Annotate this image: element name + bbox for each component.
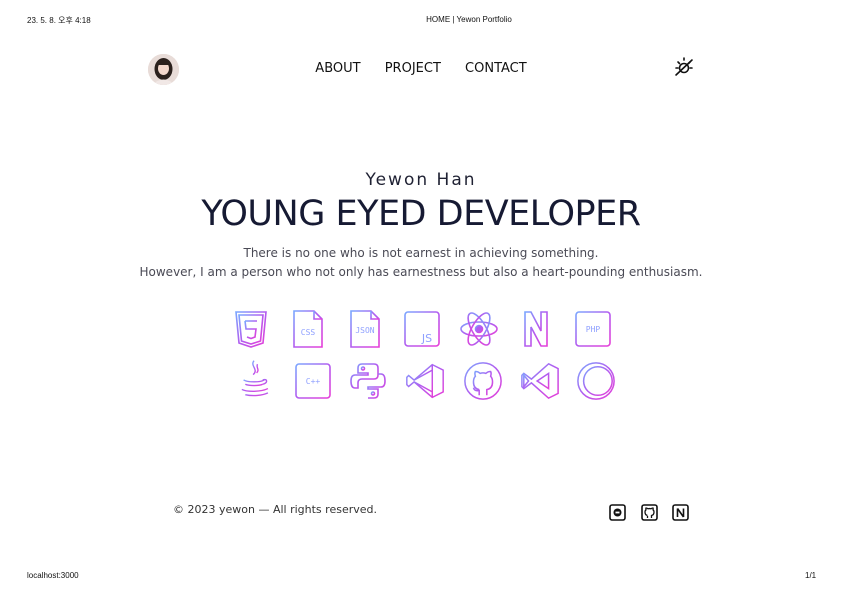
blog-icon[interactable] xyxy=(609,504,626,521)
vscode-icon xyxy=(405,361,445,401)
main-nav: ABOUT PROJECT CONTACT xyxy=(0,61,842,76)
php-icon: PHP xyxy=(573,309,613,349)
html5-icon xyxy=(231,309,271,349)
eclipse-icon xyxy=(576,361,616,401)
nextjs-icon xyxy=(516,309,556,349)
svg-text:PHP: PHP xyxy=(586,325,601,334)
python-icon xyxy=(348,361,388,401)
print-url: localhost:3000 xyxy=(27,571,79,580)
hero-line-1: There is no one who is not earnest in ac… xyxy=(243,246,599,260)
github-icon xyxy=(463,361,503,401)
hero-name: Yewon Han xyxy=(365,170,477,190)
nav-about[interactable]: ABOUT xyxy=(315,61,360,76)
github-social-icon[interactable] xyxy=(641,504,658,521)
hero-title: YOUNG EYED DEVELOPER xyxy=(201,194,641,234)
print-page-title: HOME | Yewon Portfolio xyxy=(426,15,512,24)
print-page-count: 1/1 xyxy=(805,571,817,580)
json-icon: JSON xyxy=(345,309,385,349)
svg-text:C++: C++ xyxy=(306,377,321,386)
svg-text:JSON: JSON xyxy=(355,326,374,335)
nav-project[interactable]: PROJECT xyxy=(385,61,441,76)
cpp-icon: C++ xyxy=(293,361,333,401)
java-icon xyxy=(234,359,274,399)
css-icon: CSS xyxy=(288,309,328,349)
hero-line-2: However, I am a person who not only has … xyxy=(139,265,703,279)
svg-text:JS: JS xyxy=(421,332,432,345)
theme-toggle-sun-icon[interactable] xyxy=(673,56,695,78)
visual-studio-icon xyxy=(520,361,560,401)
js-icon: JS xyxy=(402,309,442,349)
notion-icon[interactable] xyxy=(672,504,689,521)
copyright: © 2023 yewon — All rights reserved. xyxy=(173,503,377,516)
svg-text:CSS: CSS xyxy=(301,328,316,337)
react-icon xyxy=(459,309,499,349)
nav-contact[interactable]: CONTACT xyxy=(465,61,527,76)
